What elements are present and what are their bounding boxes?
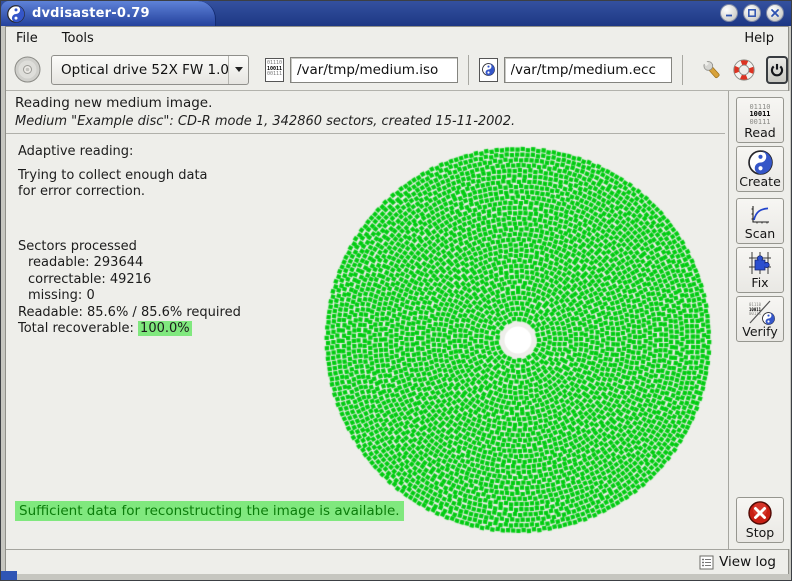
correctable-value: 49216 xyxy=(110,272,151,287)
missing-row: missing: 0 xyxy=(18,288,241,305)
reading-stats-panel: Adaptive reading: Trying to collect enou… xyxy=(18,144,241,338)
minimize-icon xyxy=(724,8,734,18)
menu-help[interactable]: Help xyxy=(744,31,774,46)
close-icon xyxy=(770,8,780,18)
toolbar-separator xyxy=(468,55,469,85)
menu-file[interactable]: File xyxy=(16,31,38,46)
readable-label: readable: xyxy=(28,255,89,270)
readable-percentage-line: Readable: 85.6% / 85.6% required xyxy=(18,305,241,322)
wrench-icon xyxy=(700,58,724,82)
status-header: Reading new medium image. Medium "Exampl… xyxy=(6,91,725,134)
create-label: Create xyxy=(739,175,781,189)
binary-icon: 01110 10011 00111 xyxy=(749,104,770,127)
missing-value: 0 xyxy=(86,288,94,303)
menubar: File Tools Help xyxy=(6,27,788,49)
toolbar-separator xyxy=(682,55,683,85)
maximize-button[interactable] xyxy=(743,4,761,22)
scan-chart-icon xyxy=(748,203,772,227)
readable-value: 293644 xyxy=(94,255,144,270)
power-icon xyxy=(768,61,786,79)
fix-button[interactable]: Fix xyxy=(736,247,784,293)
verify-button[interactable]: 01110 10011 00111 Verify xyxy=(736,296,784,342)
statusbar: View log xyxy=(6,549,788,574)
stop-icon xyxy=(747,500,773,526)
binary-row: 00111 xyxy=(267,72,282,78)
scan-label: Scan xyxy=(745,227,775,241)
ecc-file-input[interactable] xyxy=(504,57,672,83)
main-content: Adaptive reading: Trying to collect enou… xyxy=(6,134,725,549)
window-resize-corner[interactable] xyxy=(1,571,17,580)
client-area: File Tools Help Optical drive 52X FW 1.0… xyxy=(5,26,789,574)
lifebuoy-icon xyxy=(732,58,756,82)
recoverable-value: 100.0% xyxy=(138,321,192,336)
titlebar-tab: dvdisaster-0.79 xyxy=(1,1,216,26)
stop-button[interactable]: Stop xyxy=(736,497,784,543)
minimize-button[interactable] xyxy=(720,4,738,22)
close-button[interactable] xyxy=(766,4,784,22)
window-title: dvdisaster-0.79 xyxy=(32,6,150,21)
view-log-toggle[interactable]: View log xyxy=(719,554,776,570)
log-list-icon[interactable] xyxy=(699,555,714,570)
fix-label: Fix xyxy=(751,276,768,290)
window-controls xyxy=(720,4,784,22)
read-button[interactable]: 01110 10011 00111 Read xyxy=(736,97,784,143)
help-button[interactable] xyxy=(732,57,756,83)
image-file-icon: 01110 10011 00111 xyxy=(265,58,284,82)
readable-row: readable: 293644 xyxy=(18,255,241,272)
stop-label: Stop xyxy=(746,526,774,540)
mode-desc-line2: for error correction. xyxy=(18,184,241,201)
app-logo-yinyang-icon xyxy=(7,5,25,23)
mode-label: Adaptive reading: xyxy=(18,144,241,161)
quit-button[interactable] xyxy=(766,56,788,84)
action-sidebar: 01110 10011 00111 Read Create Scan xyxy=(728,91,790,549)
yinyang-icon xyxy=(762,312,775,325)
image-file-input[interactable] xyxy=(290,57,458,83)
create-button[interactable]: Create xyxy=(736,146,784,192)
verify-label: Verify xyxy=(742,325,777,339)
maximize-icon xyxy=(747,8,757,18)
app-window: dvdisaster-0.79 File Tools Help xyxy=(0,0,792,581)
correctable-label: correctable: xyxy=(28,272,106,287)
read-label: Read xyxy=(744,126,775,140)
recoverable-label: Total recoverable: xyxy=(18,321,134,336)
status-line1: Reading new medium image. xyxy=(15,95,725,111)
preferences-button[interactable] xyxy=(700,57,724,83)
medium-spiral-canvas xyxy=(320,142,716,538)
mode-desc-line1: Trying to collect enough data xyxy=(18,168,241,185)
sectors-stats: Sectors processed readable: 293644 corre… xyxy=(18,239,241,338)
status-line2: Medium "Example disc": CD-R mode 1, 3428… xyxy=(15,114,725,129)
ecc-file-icon xyxy=(479,58,498,82)
puzzle-piece-icon xyxy=(747,250,773,276)
footer-message: Sufficient data for reconstructing the i… xyxy=(15,501,404,521)
cd-drive-icon xyxy=(14,56,41,83)
correctable-row: correctable: 49216 xyxy=(18,272,241,289)
drive-selector-value: Optical drive 52X FW 1.02 xyxy=(61,62,228,78)
yinyang-icon xyxy=(748,150,773,175)
toolbar: Optical drive 52X FW 1.02 01110 10011 00… xyxy=(6,49,788,91)
drive-selector-dropdown[interactable]: Optical drive 52X FW 1.02 xyxy=(51,55,249,85)
scan-button[interactable]: Scan xyxy=(736,198,784,244)
dropdown-arrow xyxy=(228,56,248,84)
missing-label: missing: xyxy=(28,288,82,303)
titlebar[interactable]: dvdisaster-0.79 xyxy=(1,1,791,26)
sectors-title: Sectors processed xyxy=(18,239,241,256)
recoverable-row: Total recoverable: 100.0% xyxy=(18,321,241,338)
verify-compare-icon: 01110 10011 00111 xyxy=(745,299,775,325)
menu-tools[interactable]: Tools xyxy=(62,31,94,46)
yinyang-doc-icon xyxy=(482,63,495,76)
